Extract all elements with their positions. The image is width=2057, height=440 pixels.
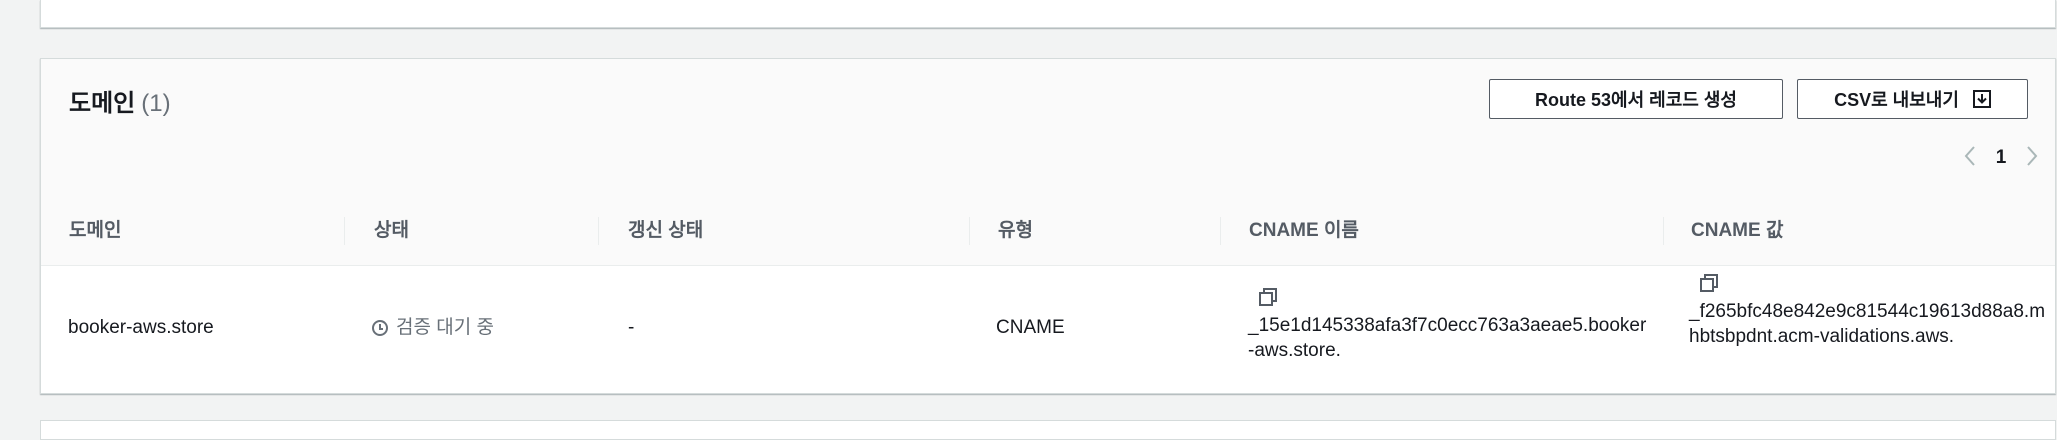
column-header-cname-name[interactable]: CNAME 이름 xyxy=(1249,197,1359,265)
renewal-status-cell: - xyxy=(628,317,635,338)
cname-value-cell: _f265bfc48e842e9c81544c19613d88a8.mhbtsb… xyxy=(1689,273,2051,349)
status-text: 검증 대기 중 xyxy=(396,317,494,338)
export-csv-label: CSV로 내보내기 xyxy=(1834,90,1959,110)
create-route53-records-button[interactable]: Route 53에서 레코드 생성 xyxy=(1489,79,1783,119)
domain-count: (1) xyxy=(141,90,171,117)
column-header-status[interactable]: 상태 xyxy=(374,197,409,265)
status-cell: 검증 대기 중 xyxy=(372,315,494,340)
domains-header: 도메인 (1) Route 53에서 레코드 생성 CSV로 내보내기 1 xyxy=(41,59,2055,198)
cname-value-text: _f265bfc48e842e9c81544c19613d88a8.mhbtsb… xyxy=(1689,301,2046,347)
cname-name-text: _15e1d145338afa3f7c0ecc763a3aeae5.booker… xyxy=(1248,315,1647,361)
copy-icon[interactable] xyxy=(1699,273,1719,293)
domains-container: 도메인 (1) Route 53에서 레코드 생성 CSV로 내보내기 1 도메… xyxy=(40,58,2056,394)
column-header-domain[interactable]: 도메인 xyxy=(69,197,121,265)
column-divider[interactable] xyxy=(1220,217,1221,245)
column-divider[interactable] xyxy=(598,217,599,245)
page-number[interactable]: 1 xyxy=(1996,147,2007,169)
domain-cell: booker-aws.store xyxy=(68,317,214,338)
type-cell: CNAME xyxy=(996,317,1065,338)
chevron-left-icon[interactable] xyxy=(1961,145,1979,171)
pagination: 1 xyxy=(1961,143,2041,173)
section-title: 도메인 (1) xyxy=(69,83,171,118)
chevron-right-icon[interactable] xyxy=(2023,145,2041,171)
section-title-text: 도메인 xyxy=(69,90,136,117)
column-header-cname-value[interactable]: CNAME 값 xyxy=(1691,197,1783,265)
create-route53-records-label: Route 53에서 레코드 생성 xyxy=(1535,90,1737,110)
previous-panel xyxy=(40,0,2056,28)
download-icon xyxy=(1972,90,1991,108)
copy-icon[interactable] xyxy=(1258,287,1278,307)
table-header: 도메인 상태 갱신 상태 유형 CNAME 이름 CNAME 값 xyxy=(41,197,2055,266)
column-divider[interactable] xyxy=(1663,217,1664,245)
column-header-renewal-status[interactable]: 갱신 상태 xyxy=(628,197,703,265)
column-header-type[interactable]: 유형 xyxy=(998,197,1033,265)
next-panel xyxy=(40,420,2056,440)
export-csv-button[interactable]: CSV로 내보내기 xyxy=(1797,79,2028,119)
column-divider[interactable] xyxy=(969,217,970,245)
clock-icon xyxy=(372,319,388,336)
column-divider[interactable] xyxy=(344,217,345,245)
cname-name-cell: _15e1d145338afa3f7c0ecc763a3aeae5.booker… xyxy=(1248,287,1648,363)
